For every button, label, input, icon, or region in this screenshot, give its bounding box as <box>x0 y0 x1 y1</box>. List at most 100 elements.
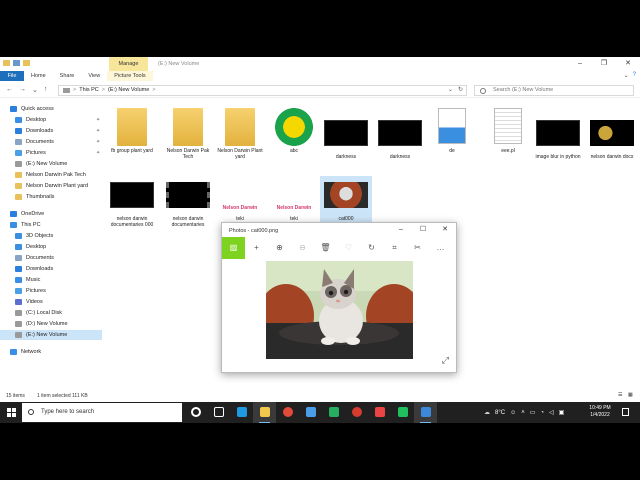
file-item[interactable]: nelson darwin documentaries 000 <box>106 176 158 236</box>
nav-item[interactable]: Videos <box>0 297 102 307</box>
new-folder-icon[interactable] <box>23 60 30 66</box>
rotate-icon[interactable]: ↻ <box>360 237 383 259</box>
nav-item[interactable]: Network <box>0 347 102 357</box>
file-item[interactable]: Nelson Darwin Plant yard <box>214 104 266 176</box>
file-item[interactable]: nelson darwin documentaries <box>162 176 214 236</box>
file-item[interactable]: darkness <box>320 104 372 176</box>
volume-icon[interactable]: ◁ <box>549 409 554 416</box>
properties-icon[interactable] <box>13 60 20 66</box>
expand-icon[interactable]: ⤢ <box>442 355 449 366</box>
chevron-down-icon[interactable]: ⌄ <box>448 86 453 93</box>
crop-icon[interactable]: ⌗ <box>383 237 406 259</box>
back-icon[interactable]: ← <box>6 86 13 94</box>
nav-item[interactable]: Documents ✦ <box>0 137 102 147</box>
nav-item[interactable]: Thumbnails <box>0 192 102 202</box>
nav-item[interactable]: Documents <box>0 253 102 263</box>
taskbar-app-button[interactable] <box>414 402 437 423</box>
nav-item[interactable]: OneDrive <box>0 209 102 219</box>
nav-item[interactable]: (C:) Local Disk <box>0 308 102 318</box>
taskbar-search-input[interactable]: Type here to search <box>22 403 182 422</box>
search-input[interactable]: Search (E:) New Volume <box>474 85 634 96</box>
nav-item[interactable]: Desktop <box>0 242 102 252</box>
minimize-icon[interactable]: – <box>568 57 592 71</box>
taskbar-app-button[interactable] <box>299 402 322 423</box>
language-icon[interactable]: ▣ <box>559 409 565 416</box>
temperature[interactable]: 8°C <box>495 410 505 416</box>
folder-icon[interactable] <box>3 60 10 66</box>
tab-share[interactable]: Share <box>53 73 82 79</box>
breadcrumb-drive[interactable]: (E:) New Volume <box>108 86 149 95</box>
minimize-icon[interactable]: – <box>390 223 412 237</box>
help-icon[interactable]: ? <box>633 72 636 79</box>
file-item[interactable]: Nelson Darwin Pak Tech <box>162 104 214 176</box>
notification-icon[interactable] <box>622 408 629 416</box>
clock[interactable]: 10:49 PM 1/4/2022 <box>580 405 620 419</box>
nav-item[interactable]: Quick access <box>0 104 102 114</box>
recent-icon[interactable]: ⌄ <box>32 86 38 94</box>
breadcrumb-this-pc[interactable]: This PC <box>79 86 99 95</box>
close-icon[interactable]: ✕ <box>434 223 456 237</box>
nav-item[interactable]: Desktop ✦ <box>0 115 102 125</box>
more-icon[interactable]: … <box>429 237 452 259</box>
nav-item[interactable]: Nelson Darwin Pak Tech <box>0 170 102 180</box>
battery-icon[interactable]: ▭ <box>530 409 536 416</box>
taskbar-app-button[interactable] <box>276 402 299 423</box>
taskbar-app-button[interactable] <box>322 402 345 423</box>
file-item[interactable]: fb group plant yard <box>106 104 158 176</box>
file-item[interactable]: abc <box>268 104 320 176</box>
tab-picture-tools[interactable]: Picture Tools <box>107 71 153 81</box>
maximize-icon[interactable]: ☐ <box>412 223 434 237</box>
taskbar-app-button[interactable] <box>184 402 207 423</box>
edit-icon[interactable]: ✂ <box>406 237 429 259</box>
taskbar-app-button[interactable] <box>207 402 230 423</box>
task-view-icon <box>214 407 224 417</box>
taskbar-app-button[interactable] <box>368 402 391 423</box>
taskbar-app-button[interactable] <box>253 402 276 423</box>
nav-item[interactable]: Downloads ✦ <box>0 126 102 136</box>
address-field[interactable]: > This PC > (E:) New Volume > <box>58 85 467 96</box>
nav-item[interactable]: Nelson Darwin Plant yard <box>0 181 102 191</box>
large-icons-view-icon[interactable]: ▦ <box>628 392 633 398</box>
file-item[interactable]: eee.pl <box>482 104 534 176</box>
image-icon[interactable]: ▨ <box>222 237 245 259</box>
taskbar-app-button[interactable] <box>345 402 368 423</box>
file-item[interactable]: darkness <box>374 104 426 176</box>
taskbar-app-button[interactable] <box>230 402 253 423</box>
nav-item[interactable]: This PC <box>0 220 102 230</box>
nav-item[interactable]: 3D Objects <box>0 231 102 241</box>
manage-tab[interactable]: Manage <box>109 57 148 71</box>
refresh-icon[interactable]: ↻ <box>458 86 463 93</box>
tab-home[interactable]: Home <box>24 73 53 79</box>
nav-item[interactable]: Pictures ✦ <box>0 148 102 158</box>
details-view-icon[interactable]: ☰ <box>618 392 622 398</box>
zoom-out-icon[interactable]: ⊖ <box>291 237 314 259</box>
nav-item[interactable]: (D:) New Volume <box>0 319 102 329</box>
tab-view[interactable]: View <box>81 73 107 79</box>
drive-icon <box>15 332 22 338</box>
nav-item[interactable]: (E:) New Volume <box>0 330 102 340</box>
tray-chevron-icon[interactable]: ˄ <box>521 410 525 416</box>
file-name: image blur in python <box>535 154 581 160</box>
weather-icon[interactable]: ☁ <box>484 409 490 416</box>
file-item[interactable]: image blur in python <box>532 104 584 176</box>
add-icon[interactable]: + <box>245 237 268 259</box>
maximize-icon[interactable]: ❐ <box>592 57 616 71</box>
nav-item[interactable]: Music <box>0 275 102 285</box>
delete-icon[interactable]: 🗑 <box>314 237 337 259</box>
start-button[interactable] <box>7 408 16 417</box>
up-icon[interactable]: ↑ <box>44 86 48 94</box>
zoom-in-icon[interactable]: ⊕ <box>268 237 291 259</box>
close-icon[interactable]: ✕ <box>616 57 640 71</box>
nav-item[interactable]: (E:) New Volume <box>0 159 102 169</box>
network-icon[interactable]: ◔ <box>540 410 544 416</box>
file-item[interactable]: nelson darwin docs <box>586 104 638 176</box>
taskbar-app-button[interactable] <box>391 402 414 423</box>
people-icon[interactable]: ☺ <box>510 410 516 416</box>
favorite-icon[interactable]: ♡ <box>337 237 360 259</box>
nav-item[interactable]: Downloads <box>0 264 102 274</box>
tab-file[interactable]: File <box>0 71 24 81</box>
file-item[interactable]: de <box>426 104 478 176</box>
expand-ribbon-icon[interactable]: ⌄ <box>624 72 629 79</box>
forward-icon[interactable]: → <box>19 86 26 94</box>
nav-item[interactable]: Pictures <box>0 286 102 296</box>
